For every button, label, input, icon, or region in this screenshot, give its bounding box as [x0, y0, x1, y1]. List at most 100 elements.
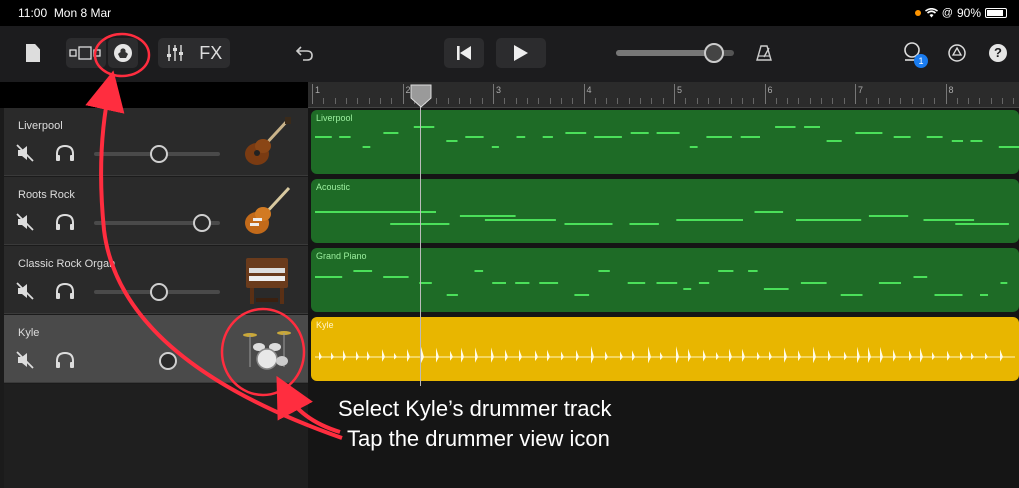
- settings-button[interactable]: [944, 38, 970, 68]
- ruler-tick: [843, 98, 845, 104]
- headphones-icon[interactable]: [54, 144, 76, 162]
- ruler-tick: [866, 98, 868, 104]
- mute-icon[interactable]: [16, 351, 38, 369]
- track-volume-knob[interactable]: [150, 283, 168, 301]
- headphones-icon[interactable]: [54, 351, 76, 369]
- track-volume-knob[interactable]: [150, 145, 168, 163]
- ruler-tick: [685, 98, 687, 104]
- ruler-tick: [640, 98, 642, 104]
- ruler-tick: [775, 98, 777, 104]
- track-name: Kyle: [18, 327, 40, 339]
- ruler-tick: [606, 98, 608, 104]
- ruler-bar-number: 6: [767, 85, 773, 95]
- ruler-tick: [753, 98, 755, 104]
- wifi-icon: [924, 8, 938, 18]
- track-volume-knob[interactable]: [193, 214, 211, 232]
- ruler-bar-line: [402, 84, 404, 104]
- play-button[interactable]: [496, 38, 546, 68]
- ruler-tick: [719, 98, 721, 104]
- track-volume-knob[interactable]: [159, 352, 177, 370]
- my-songs-button[interactable]: [22, 38, 44, 68]
- headphones-icon[interactable]: [54, 282, 76, 300]
- metronome-icon: [756, 45, 772, 61]
- ruler-tick: [345, 98, 347, 104]
- track-name: Classic Rock Organ: [18, 258, 116, 270]
- ruler-tick: [436, 98, 438, 104]
- headphones-icon[interactable]: [54, 213, 76, 231]
- ruler-tick: [470, 98, 472, 104]
- midi-region[interactable]: Acoustic: [311, 179, 1019, 243]
- ruler-tick: [787, 98, 789, 104]
- ruler-tick: [1013, 98, 1015, 104]
- browser-button[interactable]: [66, 38, 106, 68]
- ruler-tick: [560, 98, 562, 104]
- undo-button[interactable]: [292, 38, 318, 68]
- ruler-bar-number: 7: [858, 85, 864, 95]
- ruler-tick: [594, 98, 596, 104]
- ruler-tick: [979, 98, 981, 104]
- track-volume-slider[interactable]: [94, 352, 220, 370]
- ruler-bar-line: [855, 84, 856, 104]
- ruler-tick: [990, 98, 992, 104]
- ruler-bar-number: 3: [496, 85, 502, 95]
- mute-icon[interactable]: [16, 144, 38, 162]
- ruler-tick: [662, 98, 664, 104]
- fx-button[interactable]: FX: [199, 43, 222, 64]
- track-header-classic-rock-organ[interactable]: Classic Rock Organ: [4, 246, 308, 314]
- ruler-tick: [379, 98, 381, 104]
- track-volume-slider[interactable]: [94, 145, 220, 163]
- metronome-button[interactable]: [752, 38, 776, 68]
- status-time: 11:00 Mon 8 Mar: [18, 6, 112, 20]
- playhead[interactable]: [420, 86, 421, 386]
- go-to-beginning-button[interactable]: [444, 38, 484, 68]
- master-volume-slider[interactable]: [616, 38, 734, 68]
- midi-notes: [315, 270, 1008, 296]
- playhead-handle[interactable]: [410, 84, 432, 108]
- mute-icon[interactable]: [16, 213, 38, 231]
- ruler-tick: [877, 98, 879, 104]
- ruler-tick: [334, 98, 336, 104]
- ruler-tick: [357, 98, 359, 104]
- loop-browser-button[interactable]: 1: [898, 38, 928, 68]
- ruler-tick: [526, 98, 528, 104]
- ruler-bar-line: [674, 84, 675, 104]
- mute-icon[interactable]: [16, 282, 38, 300]
- notification-badge: 1: [914, 54, 928, 68]
- midi-notes: [315, 126, 1019, 148]
- empty-track-area[interactable]: [4, 384, 308, 488]
- ruler-bar-number: 8: [948, 85, 954, 95]
- ruler-tick: [617, 98, 619, 104]
- ruler-bar-line: [493, 84, 494, 104]
- track-header-liverpool[interactable]: Liverpool: [4, 108, 308, 176]
- mixer-icon[interactable]: [166, 44, 184, 62]
- track-header-roots-rock[interactable]: Roots Rock: [4, 177, 308, 245]
- ruler-bar-number: 1: [315, 85, 321, 95]
- ruler-tick: [572, 98, 574, 104]
- organ-icon[interactable]: [242, 254, 292, 306]
- drum-kit-icon[interactable]: [242, 323, 292, 375]
- track-headers: Liverpool Roots Rock Classic Rock Organ Kyl…: [0, 108, 308, 488]
- midi-region[interactable]: Grand Piano: [311, 248, 1019, 312]
- track-volume-slider[interactable]: [94, 214, 220, 232]
- bass-guitar-icon[interactable]: [242, 116, 292, 168]
- settings-icon: [948, 44, 966, 62]
- electric-guitar-icon[interactable]: [242, 185, 292, 237]
- master-volume-knob[interactable]: [704, 43, 724, 63]
- help-button[interactable]: ?: [986, 38, 1010, 68]
- track-volume-slider[interactable]: [94, 283, 220, 301]
- track-name: Liverpool: [18, 120, 63, 132]
- drummer-view-button[interactable]: [108, 38, 138, 68]
- ruler-tick: [888, 98, 890, 104]
- ruler-bar-number: 4: [586, 85, 592, 95]
- ruler-tick: [798, 98, 800, 104]
- ruler-tick: [922, 98, 924, 104]
- ruler-tick: [391, 98, 393, 104]
- ruler-tick: [1002, 98, 1004, 104]
- track-header-kyle[interactable]: Kyle: [4, 315, 308, 383]
- midi-region[interactable]: Liverpool: [311, 110, 1019, 174]
- ruler-tick: [447, 98, 449, 104]
- ruler-tick: [934, 98, 936, 104]
- drummer-region[interactable]: Kyle: [311, 317, 1019, 381]
- drummer-pattern: [315, 346, 1015, 364]
- ruler-tick: [504, 98, 506, 104]
